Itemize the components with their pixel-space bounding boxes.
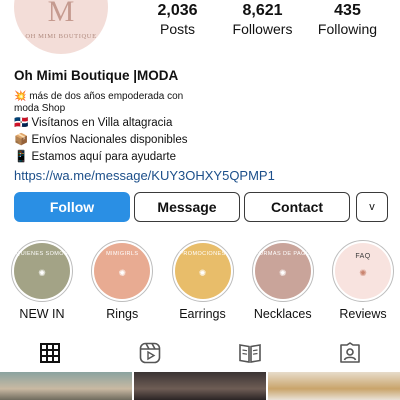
followers-count: 8,621 (242, 2, 283, 19)
profile-stats: 2,036 Posts 8,621 Followers 435 Followin… (135, 2, 390, 38)
following-label: Following (317, 21, 378, 37)
highlight-cover: FORMAS DE PAGO ✺ (254, 243, 311, 299)
followers-stat[interactable]: 8,621 Followers (220, 2, 305, 38)
following-count: 435 (334, 2, 361, 19)
highlight-cover: FAQ ✺ (335, 243, 391, 299)
profile-bio: 💥 más de dos años empoderada con moda Sh… (14, 91, 384, 186)
message-button[interactable]: Message (134, 192, 240, 222)
avatar[interactable]: M OH MIMI BOUTIQUE (14, 0, 108, 54)
story-highlights: QUIENES SOMOS ✺ NEW IN MIMIGIRLS ✺ Rings… (10, 240, 395, 321)
highlight-ring: PROMOCIONES ✺ (171, 240, 234, 302)
highlight-cover: PROMOCIONES ✺ (174, 243, 231, 299)
bio-line-2: 🇩🇴 Visítanos en Villa altagracia (14, 117, 173, 129)
contact-button[interactable]: Contact (244, 192, 350, 222)
followers-label: Followers (232, 21, 293, 37)
highlight-cover-text: FORMAS DE PAGO (255, 251, 311, 257)
post-thumbnail[interactable] (134, 372, 266, 400)
bio-line-4: 📱 Estamos aquí para ayudarte (14, 151, 176, 163)
highlight-ring: FORMAS DE PAGO ✺ (251, 240, 314, 302)
highlight-rings[interactable]: MIMIGIRLS ✺ Rings (90, 240, 154, 321)
highlight-cover: QUIENES SOMOS ✺ (14, 243, 70, 299)
reels-icon (139, 342, 161, 364)
highlight-label: Reviews (339, 307, 387, 321)
star-icon: ✺ (118, 267, 127, 278)
highlight-ring: QUIENES SOMOS ✺ (11, 240, 73, 302)
highlight-cover-text: QUIENES SOMOS (16, 251, 68, 257)
highlight-reviews[interactable]: FAQ ✺ Reviews (331, 240, 395, 321)
highlight-necklaces[interactable]: FORMAS DE PAGO ✺ Necklaces (251, 240, 315, 321)
avatar-brand-text: OH MIMI BOUTIQUE (25, 33, 97, 40)
profile-tabs (0, 340, 400, 366)
tab-reels[interactable] (100, 340, 200, 366)
tab-posts[interactable] (0, 340, 100, 366)
highlight-cover-text: PROMOCIONES (179, 251, 226, 257)
highlight-label: NEW IN (19, 307, 65, 321)
follow-button[interactable]: Follow (14, 192, 130, 222)
highlight-label: Rings (106, 307, 139, 321)
tagged-icon (340, 342, 360, 363)
tab-tagged[interactable] (300, 340, 400, 366)
star-icon: ✺ (278, 267, 287, 278)
posts-stat[interactable]: 2,036 Posts (135, 2, 220, 38)
highlight-label: Earrings (179, 307, 226, 321)
highlight-ring: FAQ ✺ (332, 240, 394, 302)
tab-guides[interactable] (200, 340, 300, 366)
star-icon: ✺ (38, 267, 46, 278)
post-thumbnail[interactable] (268, 372, 400, 400)
post-thumbnail[interactable] (0, 372, 132, 400)
avatar-monogram: M (47, 0, 75, 28)
bio-line-3: 📦 Envíos Nacionales disponibles (14, 134, 188, 146)
highlight-label: Necklaces (253, 307, 312, 321)
highlight-cover-text: MIMIGIRLS (106, 251, 139, 257)
profile-name: Oh Mimi Boutique |MODA (14, 68, 179, 83)
highlight-earrings[interactable]: PROMOCIONES ✺ Earrings (171, 240, 235, 321)
following-stat[interactable]: 435 Following (305, 2, 390, 38)
posts-label: Posts (159, 21, 195, 37)
guide-icon (239, 344, 261, 363)
star-icon: ✺ (359, 267, 367, 278)
posts-grid (0, 372, 400, 400)
highlight-cover-text: FAQ (355, 253, 371, 260)
grid-icon (40, 343, 60, 363)
suggested-accounts-button[interactable]: v (356, 192, 388, 222)
profile-actions: Follow Message Contact v (14, 192, 390, 222)
highlight-cover: MIMIGIRLS ✺ (94, 243, 151, 299)
bio-line-1: 💥 más de dos años empoderada con moda Sh… (14, 91, 184, 114)
highlight-ring: MIMIGIRLS ✺ (91, 240, 154, 302)
bio-link[interactable]: https://wa.me/message/KUY3OHXY5QPMP1 (14, 166, 384, 186)
highlight-new-in[interactable]: QUIENES SOMOS ✺ NEW IN (10, 240, 74, 321)
star-icon: ✺ (198, 267, 207, 278)
posts-count: 2,036 (157, 2, 198, 19)
